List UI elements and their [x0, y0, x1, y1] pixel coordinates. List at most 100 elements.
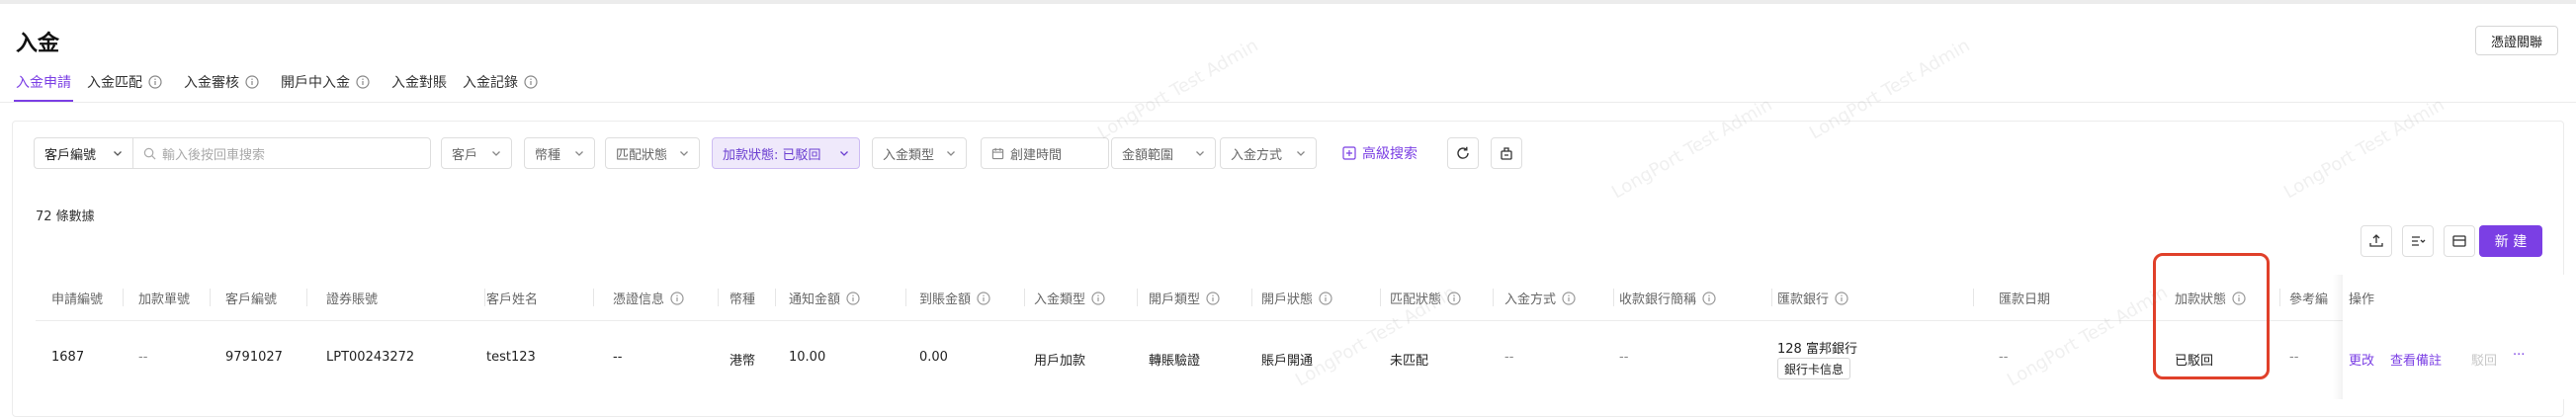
chevron-down-icon — [492, 151, 500, 156]
column-header[interactable]: 到賬金額 — [919, 289, 990, 307]
column-separator — [718, 289, 719, 306]
search-input[interactable]: 輸入後按回車搜索 — [132, 137, 431, 169]
cell-receiving-bank: -- — [1619, 350, 1629, 365]
info-icon — [1319, 291, 1332, 305]
cell-remit-bank: 128 富邦銀行 — [1777, 342, 1857, 357]
info-icon — [1835, 291, 1848, 305]
tabs-divider — [0, 102, 2576, 103]
export-button[interactable] — [2361, 225, 2392, 257]
filter-label: 入金方式 — [1231, 147, 1283, 163]
column-header[interactable]: 憑證信息 — [613, 289, 684, 307]
column-separator — [306, 289, 307, 306]
info-icon — [148, 75, 162, 89]
chevron-down-icon — [1196, 151, 1204, 156]
column-separator — [484, 289, 485, 306]
tab-deposit-review[interactable]: 入金審核 — [184, 72, 259, 92]
tab-deposit-application[interactable]: 入金申請 — [16, 72, 71, 92]
column-separator — [1251, 289, 1252, 306]
column-separator — [1613, 289, 1614, 306]
column-header[interactable]: 匯款銀行 — [1777, 289, 1848, 307]
cell-voucher-info: -- — [613, 350, 623, 365]
column-header[interactable]: 收款銀行簡稱 — [1619, 289, 1716, 307]
refresh-button[interactable] — [1447, 137, 1479, 169]
cell-match-status: 未匹配 — [1390, 354, 1429, 369]
column-header[interactable]: 幣種 — [730, 289, 755, 307]
column-header[interactable]: 參考編 — [2289, 289, 2328, 307]
tab-label: 入金對賬 — [391, 75, 447, 91]
cell-account-status: 賬戶開通 — [1261, 354, 1314, 369]
filter-label: 加款狀態: 已駁回 — [723, 147, 821, 163]
column-separator — [775, 289, 776, 306]
info-icon — [1562, 291, 1576, 305]
column-separator — [1024, 289, 1025, 306]
view-note-link[interactable]: 查看備註 — [2390, 350, 2442, 369]
add-status-highlight — [2153, 253, 2270, 379]
filter-label: 金額範圍 — [1122, 147, 1174, 163]
column-separator — [1493, 289, 1494, 306]
cell-account-type: 轉賬驗證 — [1149, 354, 1201, 369]
chevron-down-icon — [1297, 151, 1305, 156]
amount-range-filter[interactable]: 金額範圍 — [1111, 137, 1216, 169]
match-status-filter[interactable]: 匹配狀態 — [605, 137, 700, 169]
tab-deposit-match[interactable]: 入金匹配 — [87, 72, 162, 92]
info-icon — [1447, 291, 1461, 305]
filter-label: 客戶 — [452, 147, 478, 163]
column-header[interactable]: 客戶編號 — [225, 289, 277, 307]
calendar-icon — [991, 147, 1004, 159]
refresh-icon — [1457, 146, 1469, 159]
info-icon — [1702, 291, 1716, 305]
info-icon — [524, 75, 538, 89]
column-separator — [1973, 289, 1974, 306]
column-separator — [210, 289, 211, 306]
clear-filter-button[interactable] — [1491, 137, 1522, 169]
bank-card-info-button[interactable]: 銀行卡信息 — [1777, 358, 1851, 379]
column-header[interactable]: 客戶姓名 — [486, 289, 538, 307]
column-filter-button[interactable] — [2402, 225, 2434, 257]
column-header[interactable]: 匯款日期 — [1999, 289, 2050, 307]
deposit-type-filter[interactable]: 入金類型 — [872, 137, 967, 169]
reject-link[interactable]: 駁回 — [2471, 350, 2497, 369]
search-icon — [143, 147, 156, 159]
created-time-filter[interactable]: 創建時間 — [981, 137, 1109, 169]
column-header[interactable]: 開戶類型 — [1149, 289, 1220, 307]
column-header[interactable]: 入金方式 — [1504, 289, 1576, 307]
advanced-search-link[interactable]: 高級搜索 — [1342, 137, 1417, 169]
new-button[interactable]: 新 建 — [2479, 225, 2542, 257]
chevron-down-icon — [840, 151, 848, 156]
layout-icon — [2452, 235, 2466, 247]
cell-add-no: -- — [138, 350, 148, 365]
more-actions-button[interactable]: ··· — [2513, 348, 2525, 363]
tab-label: 入金匹配 — [87, 75, 142, 91]
tab-opening-deposit[interactable]: 開戶中入金 — [281, 72, 370, 92]
column-header[interactable]: 入金類型 — [1034, 289, 1105, 307]
filter-label: 創建時間 — [1010, 147, 1063, 163]
column-header[interactable]: 證券賬號 — [326, 289, 378, 307]
cell-securities-account: LPT00243272 — [326, 350, 415, 365]
voucher-link-button[interactable]: 憑證關聯 — [2475, 26, 2558, 55]
tab-deposit-reconcile[interactable]: 入金對賬 — [391, 72, 447, 92]
page-title: 入金 — [16, 32, 60, 56]
column-header[interactable]: 通知金額 — [789, 289, 860, 307]
info-icon — [670, 291, 684, 305]
search-field-label: 客戶編號 — [44, 147, 97, 163]
edit-link[interactable]: 更改 — [2349, 350, 2374, 369]
deposit-method-filter[interactable]: 入金方式 — [1220, 137, 1317, 169]
column-separator — [593, 289, 594, 306]
currency-filter[interactable]: 幣種 — [524, 137, 595, 169]
search-placeholder: 輸入後按回車搜索 — [162, 147, 266, 163]
column-header[interactable]: 開戶狀態 — [1261, 289, 1332, 307]
search-field-select[interactable]: 客戶編號 — [34, 137, 132, 169]
column-header[interactable]: 匹配狀態 — [1390, 289, 1461, 307]
layout-settings-button[interactable] — [2444, 225, 2475, 257]
add-status-filter[interactable]: 加款狀態: 已駁回 — [712, 137, 860, 169]
plus-square-icon — [1342, 146, 1356, 160]
column-separator — [1137, 289, 1138, 306]
column-header[interactable]: 申請編號 — [51, 289, 103, 307]
advanced-search-label: 高級搜索 — [1362, 146, 1417, 162]
info-icon — [1091, 291, 1105, 305]
tab-deposit-records[interactable]: 入金記錄 — [463, 72, 538, 92]
info-icon — [977, 291, 990, 305]
list-filter-icon — [2412, 236, 2426, 246]
client-filter[interactable]: 客戶 — [441, 137, 512, 169]
column-header[interactable]: 加款單號 — [138, 289, 190, 307]
